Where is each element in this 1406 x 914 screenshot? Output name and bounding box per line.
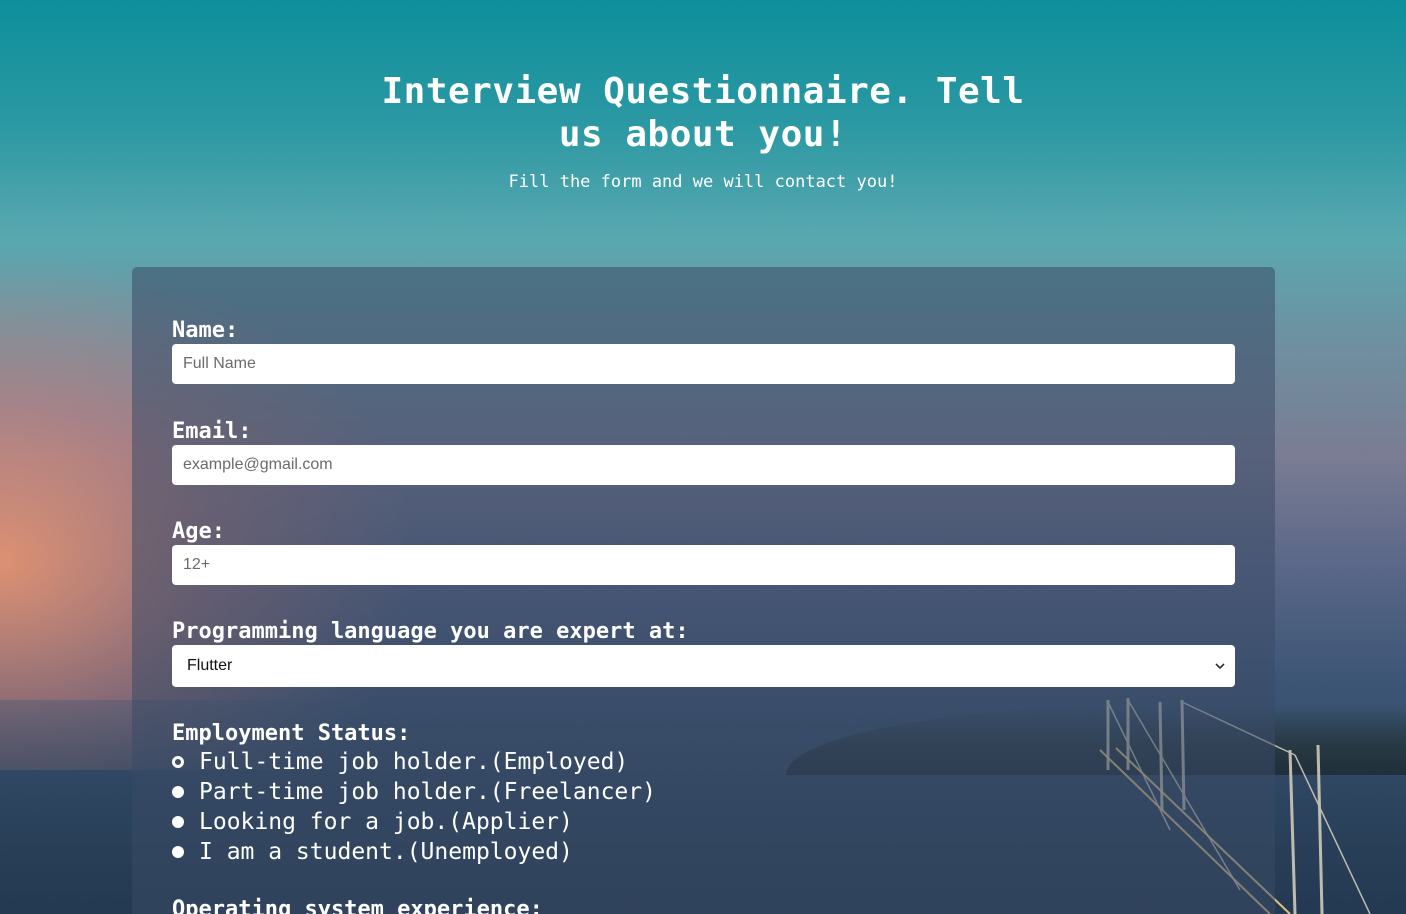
radio-unchecked-icon[interactable] [172,756,184,768]
language-field-group: Programming language you are expert at: … [172,619,1235,687]
employment-option-label: Part-time job holder.(Freelancer) [199,779,656,805]
page-subtitle: Fill the form and we will contact you! [508,172,898,192]
employment-option-label: Full-time job holder.(Employed) [199,749,629,775]
employment-options: Full-time job holder.(Employed) Part-tim… [172,747,1235,867]
employment-option-fulltime[interactable]: Full-time job holder.(Employed) [172,747,1235,777]
name-input[interactable] [172,344,1235,384]
chevron-down-icon [1215,663,1225,670]
age-field-group: Age: [172,519,1235,585]
email-input[interactable] [172,445,1235,485]
radio-bullet-icon[interactable] [172,846,184,858]
email-label: Email: [172,419,252,444]
employment-option-student[interactable]: I am a student.(Unemployed) [172,837,1235,867]
employment-field-group: Employment Status: Full-time job holder.… [172,721,1235,867]
employment-label: Employment Status: [172,721,411,746]
radio-bullet-icon[interactable] [172,816,184,828]
os-field-group: Operating system experience: [172,897,1235,914]
age-input[interactable] [172,545,1235,585]
email-field-group: Email: [172,419,1235,485]
language-label: Programming language you are expert at: [172,619,689,644]
language-select[interactable]: Flutter [172,645,1235,687]
age-label: Age: [172,519,225,544]
employment-option-label: I am a student.(Unemployed) [199,839,573,865]
page-title: Interview Questionnaire. Tell us about y… [381,71,1025,155]
name-label: Name: [172,318,239,343]
name-field-group: Name: [172,318,1235,384]
os-label: Operating system experience: [172,897,543,914]
employment-option-looking[interactable]: Looking for a job.(Applier) [172,807,1235,837]
questionnaire-form: Name: Email: Age: Programming language y… [132,267,1275,914]
radio-bullet-icon[interactable] [172,786,184,798]
employment-option-label: Looking for a job.(Applier) [199,809,573,835]
language-select-value: Flutter [187,657,233,674]
employment-option-parttime[interactable]: Part-time job holder.(Freelancer) [172,777,1235,807]
page-header: Interview Questionnaire. Tell us about y… [0,70,1406,192]
